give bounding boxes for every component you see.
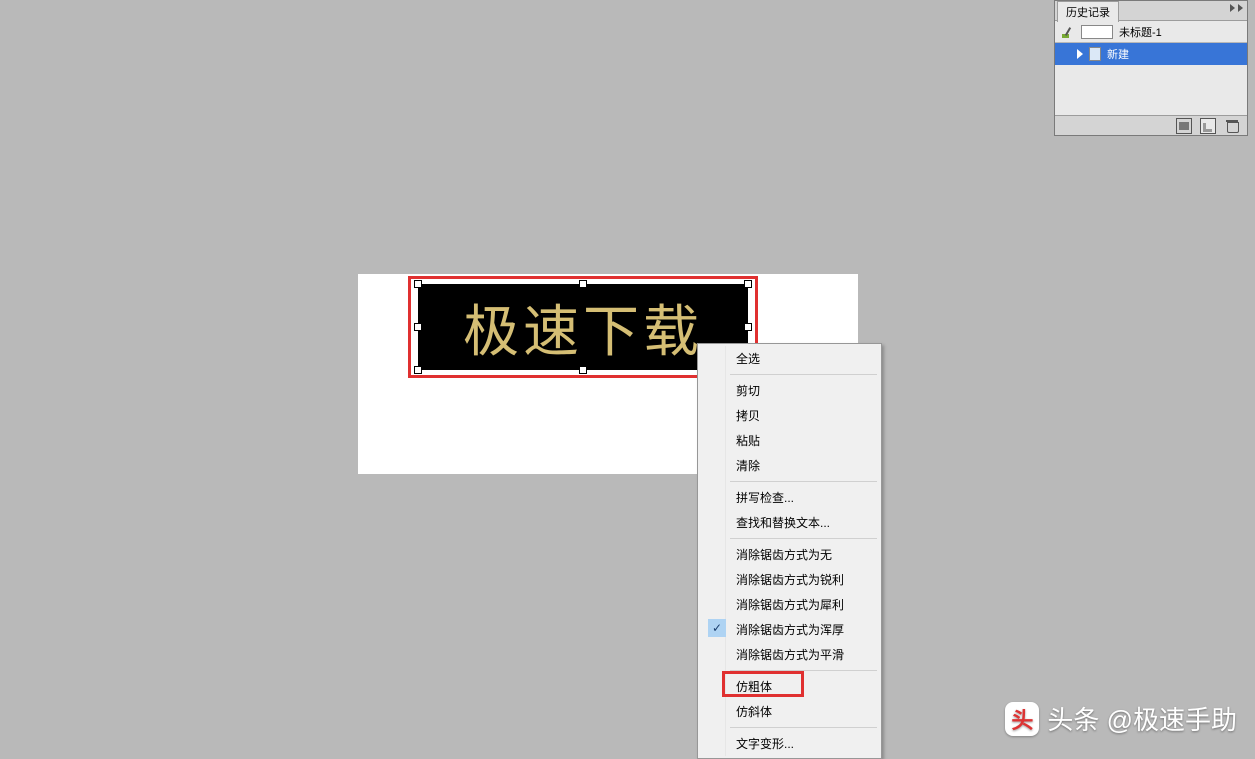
- menu-item-aa-strong[interactable]: 消除锯齿方式为浑厚: [700, 617, 879, 642]
- menu-item-warp-text[interactable]: 文字变形...: [700, 731, 879, 756]
- transform-handle[interactable]: [744, 323, 752, 331]
- document-thumbnail: [1081, 25, 1113, 39]
- menu-item-paste[interactable]: 粘贴: [700, 428, 879, 453]
- menu-separator: [730, 374, 877, 375]
- menu-item-spellcheck[interactable]: 拼写检查...: [700, 485, 879, 510]
- history-tab[interactable]: 历史记录: [1057, 1, 1119, 22]
- history-empty-area: [1055, 65, 1247, 115]
- transform-handle[interactable]: [579, 280, 587, 288]
- context-menu: 全选 剪切 拷贝 粘贴 清除 拼写检查... 查找和替换文本... 消除锯齿方式…: [697, 343, 882, 759]
- transform-handle[interactable]: [744, 280, 752, 288]
- menu-separator: [730, 727, 877, 728]
- panel-footer: [1055, 115, 1247, 135]
- panel-options-button[interactable]: [1230, 4, 1243, 12]
- menu-item-select-all[interactable]: 全选: [700, 346, 879, 371]
- transform-handle[interactable]: [579, 366, 587, 374]
- chevron-right-icon: [1238, 4, 1243, 12]
- menu-item-copy[interactable]: 拷贝: [700, 403, 879, 428]
- history-entry-selected[interactable]: 新建: [1055, 43, 1247, 65]
- text-layer-content: 极速下载: [463, 287, 703, 368]
- watermark-logo-icon: 头: [1005, 702, 1039, 736]
- transform-handle[interactable]: [414, 366, 422, 374]
- menu-item-cut[interactable]: 剪切: [700, 378, 879, 403]
- document-icon: [1089, 47, 1101, 61]
- menu-item-find-replace[interactable]: 查找和替换文本...: [700, 510, 879, 535]
- menu-item-aa-sharp[interactable]: 消除锯齿方式为锐利: [700, 567, 879, 592]
- menu-item-aa-none[interactable]: 消除锯齿方式为无: [700, 542, 879, 567]
- transform-handle[interactable]: [414, 323, 422, 331]
- menu-item-faux-bold[interactable]: 仿粗体: [700, 674, 879, 699]
- play-icon: [1077, 49, 1083, 59]
- panel-tabbar: 历史记录: [1055, 1, 1247, 21]
- menu-separator: [730, 670, 877, 671]
- menu-item-aa-crisp[interactable]: 消除锯齿方式为犀利: [700, 592, 879, 617]
- menu-item-faux-italic[interactable]: 仿斜体: [700, 699, 879, 724]
- watermark-text: 头条 @极速手助: [1047, 700, 1237, 737]
- trash-icon[interactable]: [1225, 119, 1239, 133]
- menu-separator: [730, 481, 877, 482]
- document-name: 未标题-1: [1119, 24, 1162, 40]
- history-document-row[interactable]: 未标题-1: [1055, 21, 1247, 43]
- menu-item-clear[interactable]: 清除: [700, 453, 879, 478]
- chevron-right-icon: [1230, 4, 1235, 12]
- menu-separator: [730, 538, 877, 539]
- snapshot-icon[interactable]: [1177, 119, 1191, 133]
- history-entry-label: 新建: [1107, 46, 1129, 62]
- history-panel: 历史记录 未标题-1 新建: [1054, 0, 1248, 136]
- menu-item-aa-smooth[interactable]: 消除锯齿方式为平滑: [700, 642, 879, 667]
- brush-icon: [1061, 25, 1075, 39]
- new-document-icon[interactable]: [1201, 119, 1215, 133]
- watermark: 头 头条 @极速手助: [1005, 700, 1237, 737]
- transform-handle[interactable]: [414, 280, 422, 288]
